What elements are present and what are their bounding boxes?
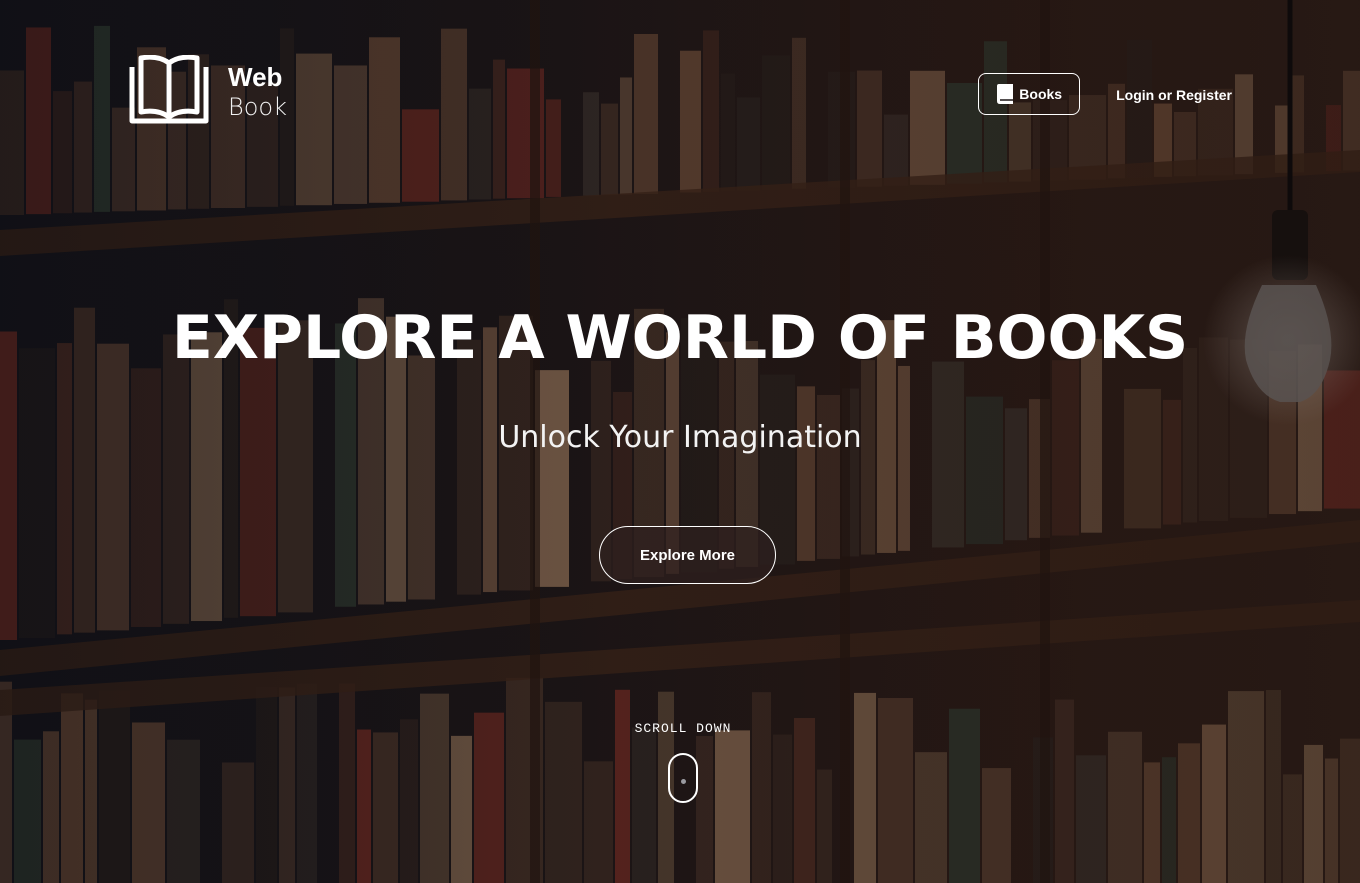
decorative-book-spine	[369, 37, 400, 203]
decorative-book-spine	[74, 81, 92, 213]
decorative-book-spine	[469, 88, 491, 200]
decorative-book-spine	[817, 769, 832, 883]
decorative-book-spine	[583, 92, 599, 196]
decorative-book-spine	[373, 732, 398, 883]
decorative-book-spine	[57, 343, 72, 635]
hero-section: Web Book Books Login or Register EXPLORE…	[0, 0, 1360, 883]
decorative-book-spine	[402, 109, 439, 202]
decorative-book-spine	[163, 334, 189, 624]
decorative-book-spine	[334, 65, 367, 204]
mouse-scroll-icon[interactable]	[668, 753, 698, 803]
decorative-book-spine	[703, 30, 719, 192]
decorative-book-spine	[1304, 744, 1323, 883]
decorative-book-spine	[857, 70, 882, 187]
decorative-book-spine	[99, 690, 130, 883]
decorative-book-spine	[222, 762, 254, 883]
decorative-book-spine	[451, 735, 472, 883]
decorative-book-spine	[737, 97, 760, 191]
decorative-book-spine	[1144, 762, 1160, 883]
decorative-book-spine	[680, 50, 701, 193]
decorative-book-spine	[97, 343, 129, 631]
decorative-book-spine	[297, 683, 317, 883]
decorative-book-spine	[762, 55, 790, 190]
decorative-book-spine	[584, 761, 613, 883]
decorative-book-spine	[441, 28, 467, 201]
decorative-book-spine	[132, 722, 165, 883]
decorative-book-spine	[884, 114, 908, 186]
top-nav: Books Login or Register	[978, 73, 1232, 115]
decorative-book-spine	[632, 727, 656, 883]
decorative-book-spine	[1340, 738, 1360, 883]
decorative-book-spine	[773, 734, 792, 883]
decorative-book-spine	[1163, 399, 1181, 525]
decorative-book-spine	[1178, 743, 1200, 883]
brand-logo[interactable]: Web Book	[128, 55, 287, 125]
decorative-book-spine	[19, 348, 55, 639]
decorative-book-spine	[0, 331, 17, 640]
decorative-book-spine	[256, 687, 277, 883]
decorative-book-spine	[457, 339, 481, 595]
decorative-book-spine	[696, 736, 713, 883]
decorative-book-spine	[296, 53, 332, 206]
explore-more-button[interactable]: Explore More	[599, 526, 776, 584]
decorative-book-spine	[1325, 758, 1338, 883]
mouse-wheel-dot	[681, 779, 686, 784]
decorative-book-spine	[1228, 691, 1264, 883]
decorative-book-spine	[1124, 388, 1161, 529]
decorative-book-spine	[861, 360, 875, 555]
decorative-book-spine	[43, 731, 59, 883]
decorative-book-spine	[26, 27, 51, 215]
decorative-book-spine	[915, 752, 947, 883]
decorative-book-spine	[620, 77, 632, 195]
decorative-book-spine	[279, 687, 295, 883]
decorative-book-spine	[474, 712, 504, 883]
decorative-book-spine	[910, 70, 945, 185]
decorative-book-spine	[408, 355, 435, 600]
decorative-book-spine	[0, 70, 24, 215]
decorative-book-spine	[615, 689, 630, 883]
decorative-book-spine	[1266, 689, 1281, 883]
decorative-book-spine	[947, 82, 982, 184]
decorative-book-spine	[715, 730, 750, 883]
decorative-book-spine	[898, 365, 910, 551]
decorative-book-spine	[357, 729, 371, 883]
decorative-book-spine	[1108, 731, 1142, 883]
decorative-book-spine	[131, 368, 161, 627]
decorative-book-spine	[1162, 757, 1176, 883]
decorative-book-spine	[167, 739, 200, 883]
decorative-book-spine	[797, 386, 815, 561]
decorative-book-spine	[721, 73, 735, 192]
decorative-book-spine	[982, 768, 1011, 883]
decorative-book-spine	[966, 396, 1003, 545]
login-register-link[interactable]: Login or Register	[1116, 87, 1232, 103]
scroll-down-label: SCROLL DOWN	[634, 721, 732, 736]
decorative-book-spine	[493, 59, 505, 199]
decorative-book-spine	[792, 37, 806, 189]
hero-subheadline: Unlock Your Imagination	[498, 420, 862, 455]
brand-name-line2: Book	[228, 92, 287, 121]
decorative-book-spine	[1202, 724, 1226, 883]
books-button-label: Books	[1019, 86, 1063, 102]
brand-name-line1: Web	[228, 61, 283, 92]
decorative-book-spine	[339, 683, 355, 883]
decorative-book-spine	[601, 103, 618, 196]
decorative-book-spine	[53, 91, 72, 214]
open-book-icon	[129, 55, 209, 124]
hero-headline: EXPLORE A WORLD OF BOOKS	[171, 303, 1189, 373]
books-button[interactable]: Books	[978, 73, 1081, 115]
book-icon	[997, 84, 1014, 104]
decorative-book-spine	[794, 718, 815, 883]
decorative-book-spine	[634, 34, 658, 195]
brand-name: Web Book	[228, 62, 287, 119]
decorative-book-spine	[546, 99, 561, 197]
decorative-book-spine	[14, 739, 41, 883]
decorative-book-spine	[1076, 755, 1106, 883]
decorative-book-spine	[400, 719, 418, 883]
decorative-book-spine	[1283, 774, 1302, 883]
decorative-book-spine	[535, 370, 569, 587]
decorative-book-spine	[94, 25, 110, 212]
decorative-book-spine	[191, 332, 222, 622]
